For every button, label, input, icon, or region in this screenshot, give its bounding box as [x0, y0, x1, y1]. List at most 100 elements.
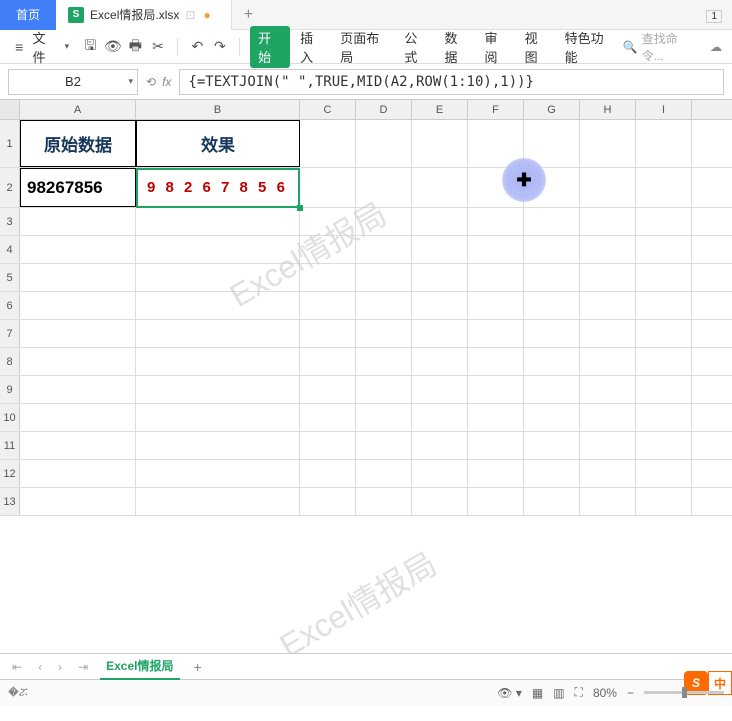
cell[interactable]: [468, 264, 524, 291]
sheet-nav-first-icon[interactable]: ⇤: [8, 660, 26, 674]
cell[interactable]: [412, 404, 468, 431]
col-header-b[interactable]: B: [136, 100, 300, 119]
cell[interactable]: [356, 236, 412, 263]
cell[interactable]: [524, 348, 580, 375]
cell[interactable]: [636, 488, 692, 515]
cell[interactable]: [524, 488, 580, 515]
col-header-g[interactable]: G: [524, 100, 580, 119]
cell[interactable]: [524, 404, 580, 431]
cloud-icon[interactable]: ☁: [710, 40, 722, 54]
cell[interactable]: [524, 292, 580, 319]
add-sheet-button[interactable]: +: [188, 659, 208, 675]
cell[interactable]: [636, 376, 692, 403]
cell[interactable]: [468, 460, 524, 487]
col-header-a[interactable]: A: [20, 100, 136, 119]
cell[interactable]: [136, 264, 300, 291]
home-tab[interactable]: 首页: [0, 0, 56, 30]
cell[interactable]: [636, 348, 692, 375]
fx-cancel-icon[interactable]: ⟲: [146, 75, 156, 89]
cell[interactable]: [468, 348, 524, 375]
tab-review[interactable]: 审阅: [479, 28, 515, 66]
tab-layout[interactable]: 页面布局: [334, 28, 394, 66]
zoom-out-button[interactable]: −: [627, 686, 634, 700]
zoom-value[interactable]: 80%: [593, 686, 617, 700]
cell[interactable]: [356, 292, 412, 319]
cell[interactable]: [636, 292, 692, 319]
cell[interactable]: [20, 236, 136, 263]
cell[interactable]: [580, 488, 636, 515]
select-all-corner[interactable]: [0, 100, 20, 119]
cell[interactable]: [524, 236, 580, 263]
spreadsheet-grid[interactable]: A B C D E F G H I 1 原始数据 效果 2 98267856 9…: [0, 100, 732, 653]
cell[interactable]: [412, 460, 468, 487]
cell[interactable]: [300, 404, 356, 431]
cell[interactable]: [412, 376, 468, 403]
cell[interactable]: [356, 432, 412, 459]
cell[interactable]: [136, 320, 300, 347]
cell[interactable]: [580, 460, 636, 487]
cell[interactable]: [136, 236, 300, 263]
cell[interactable]: [20, 292, 136, 319]
cell[interactable]: [20, 320, 136, 347]
cell[interactable]: [20, 488, 136, 515]
cell[interactable]: [20, 348, 136, 375]
view-fullscreen-icon[interactable]: ⛶: [575, 685, 583, 700]
sheet-nav-next-icon[interactable]: ›: [54, 660, 66, 674]
cell[interactable]: [580, 236, 636, 263]
cell-b2[interactable]: 9 8 2 6 7 8 5 6: [136, 168, 300, 207]
cell[interactable]: [636, 208, 692, 235]
zoom-slider[interactable]: [644, 691, 724, 694]
cell[interactable]: [136, 376, 300, 403]
cell[interactable]: [356, 376, 412, 403]
cell[interactable]: [636, 120, 692, 167]
cell[interactable]: [356, 120, 412, 167]
cell[interactable]: [524, 208, 580, 235]
view-normal-icon[interactable]: ▦: [532, 686, 543, 700]
chevron-down-icon[interactable]: ▾: [128, 76, 133, 87]
cell[interactable]: [412, 320, 468, 347]
cell[interactable]: [636, 460, 692, 487]
cell[interactable]: [300, 320, 356, 347]
cell[interactable]: [300, 208, 356, 235]
col-header-i[interactable]: I: [636, 100, 692, 119]
cell[interactable]: [356, 488, 412, 515]
cell[interactable]: [300, 488, 356, 515]
cell[interactable]: [356, 348, 412, 375]
cell[interactable]: [580, 432, 636, 459]
cell[interactable]: [20, 404, 136, 431]
tab-data[interactable]: 数据: [438, 28, 474, 66]
cell[interactable]: [580, 376, 636, 403]
cell[interactable]: [580, 208, 636, 235]
cell[interactable]: [636, 236, 692, 263]
hamburger-icon[interactable]: ≡: [10, 37, 29, 57]
cell[interactable]: [136, 404, 300, 431]
cell[interactable]: [636, 320, 692, 347]
tab-special[interactable]: 特色功能: [559, 28, 619, 66]
cell[interactable]: [136, 460, 300, 487]
cell[interactable]: [356, 320, 412, 347]
tab-start[interactable]: 开始: [250, 26, 290, 68]
cell[interactable]: [468, 292, 524, 319]
cell[interactable]: [300, 432, 356, 459]
file-menu[interactable]: 文件: [33, 28, 57, 66]
cell[interactable]: [136, 488, 300, 515]
view-eye-icon[interactable]: 👁 ▾: [497, 686, 522, 700]
chevron-down-icon[interactable]: ▾: [65, 41, 70, 52]
cell[interactable]: [468, 488, 524, 515]
sheet-tab-active[interactable]: Excel情报局: [100, 653, 179, 680]
row-header-6[interactable]: 6: [0, 292, 20, 319]
cell[interactable]: [412, 264, 468, 291]
cell[interactable]: [412, 208, 468, 235]
formula-input[interactable]: {=TEXTJOIN(" ",TRUE,MID(A2,ROW(1:10),1))…: [179, 69, 724, 95]
col-header-f[interactable]: F: [468, 100, 524, 119]
command-search[interactable]: 🔍 查找命令...: [623, 30, 694, 64]
cell[interactable]: [524, 264, 580, 291]
cell[interactable]: [468, 236, 524, 263]
save-icon[interactable]: 🖫: [81, 37, 100, 57]
cell[interactable]: [636, 432, 692, 459]
cell[interactable]: [300, 376, 356, 403]
row-header-7[interactable]: 7: [0, 320, 20, 347]
cell[interactable]: [20, 460, 136, 487]
row-header-5[interactable]: 5: [0, 264, 20, 291]
cell[interactable]: [580, 292, 636, 319]
